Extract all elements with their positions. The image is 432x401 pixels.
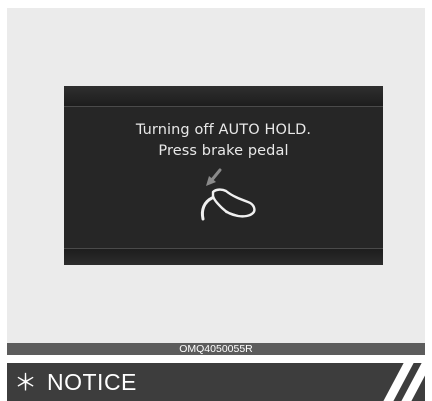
message-line-1: Turning off AUTO HOLD. (135, 122, 312, 138)
notice-title: NOTICE (47, 369, 137, 395)
notice-header: ＊ NOTICE (7, 363, 425, 401)
figure-code: OMQ4050055R (179, 343, 253, 355)
brake-pedal-foot-icon (200, 168, 256, 221)
figure-caption-bar: OMQ4050055R (7, 343, 425, 355)
pedal-arc (200, 196, 214, 221)
message-line-2: Press brake pedal (158, 143, 289, 159)
display-top-band (64, 86, 383, 107)
press-arrow-icon (206, 168, 222, 186)
display-bottom-band (64, 248, 383, 265)
asterisk-icon: ＊ (14, 369, 37, 395)
cluster-display: Turning off AUTO HOLD. Press brake pedal (64, 86, 383, 265)
shoe-outline (211, 188, 256, 218)
